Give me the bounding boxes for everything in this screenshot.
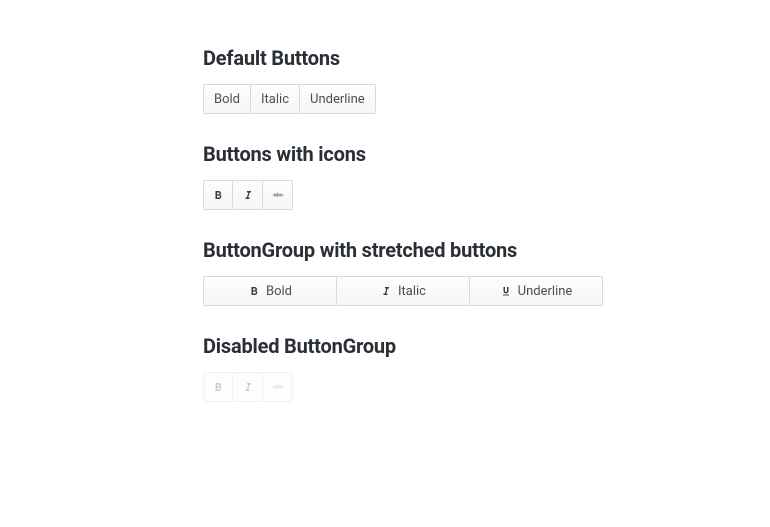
button-label: Italic: [261, 93, 289, 106]
button-group-icons: abc: [203, 180, 293, 210]
button-label: Underline: [518, 285, 573, 298]
italic-icon: [242, 189, 254, 201]
strikethrough-button-disabled: abc: [263, 372, 293, 402]
bold-button[interactable]: [203, 180, 233, 210]
italic-button[interactable]: Italic: [251, 84, 300, 114]
button-group-default: Bold Italic Underline: [203, 84, 376, 114]
section-title: Default Buttons: [203, 46, 604, 70]
italic-button[interactable]: [233, 180, 263, 210]
strikethrough-icon: abc: [271, 189, 285, 201]
section-stretched-buttons: ButtonGroup with stretched buttons Bold …: [203, 238, 604, 306]
italic-button-disabled: [233, 372, 263, 402]
italic-icon: [242, 381, 254, 393]
section-default-buttons: Default Buttons Bold Italic Underline: [203, 46, 604, 114]
section-title: Disabled ButtonGroup: [203, 334, 604, 358]
section-title: ButtonGroup with stretched buttons: [203, 238, 604, 262]
demo-page: Default Buttons Bold Italic Underline Bu…: [0, 0, 604, 402]
italic-icon: [380, 285, 392, 297]
italic-button[interactable]: Italic: [337, 276, 470, 306]
underline-button[interactable]: Underline: [470, 276, 603, 306]
button-group-disabled: abc: [203, 372, 293, 402]
button-label: Italic: [398, 285, 426, 298]
bold-icon: [248, 285, 260, 297]
svg-text:abc: abc: [273, 193, 282, 199]
underline-button[interactable]: Underline: [300, 84, 376, 114]
bold-button[interactable]: Bold: [203, 84, 251, 114]
section-buttons-with-icons: Buttons with icons abc: [203, 142, 604, 210]
bold-icon: [212, 189, 224, 201]
bold-icon: [212, 381, 224, 393]
bold-button-disabled: [203, 372, 233, 402]
section-disabled-buttons: Disabled ButtonGroup abc: [203, 334, 604, 402]
button-label: Underline: [310, 93, 365, 106]
bold-button[interactable]: Bold: [203, 276, 337, 306]
button-label: Bold: [266, 285, 292, 298]
svg-text:abc: abc: [273, 385, 282, 391]
underline-icon: [500, 285, 512, 297]
strikethrough-icon: abc: [271, 381, 285, 393]
section-title: Buttons with icons: [203, 142, 604, 166]
button-group-stretched: Bold Italic Underline: [203, 276, 603, 306]
button-label: Bold: [214, 93, 240, 106]
strikethrough-button[interactable]: abc: [263, 180, 293, 210]
